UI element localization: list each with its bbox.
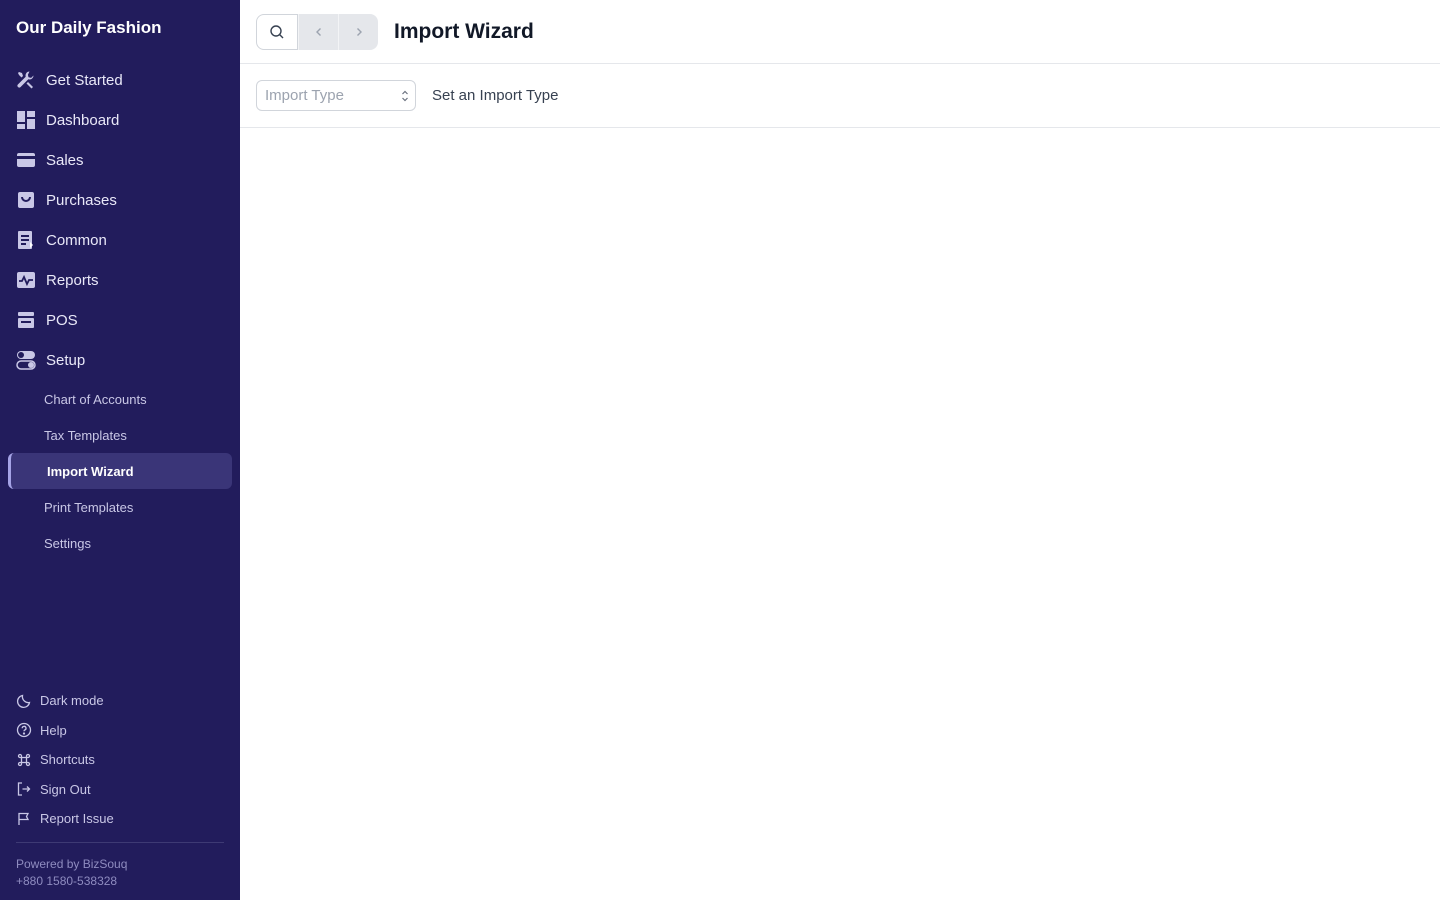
dark-mode-label: Dark mode (40, 693, 104, 709)
sidebar-item-label: Purchases (46, 191, 117, 209)
search-button[interactable] (256, 13, 298, 50)
help-icon (16, 722, 32, 738)
page-title: Import Wizard (394, 19, 534, 43)
tools-icon (16, 70, 36, 90)
import-type-placeholder: Import Type (265, 87, 344, 104)
help-label: Help (40, 722, 67, 738)
sidebar-item-setup[interactable]: Setup (0, 340, 240, 380)
main-content: Import Wizard Import Type Set an Import … (240, 0, 1440, 900)
import-toolbar: Import Type Set an Import Type (240, 64, 1440, 128)
chevron-right-icon (356, 27, 362, 36)
sidebar-item-sales[interactable]: Sales (0, 140, 240, 180)
company-name[interactable]: Our Daily Fashion (16, 18, 161, 38)
sidebar-footer-links: Dark mode Help Shortcuts Sign Out Report… (0, 686, 240, 834)
report-issue-label: Report Issue (40, 811, 114, 827)
sign-out-icon (16, 781, 32, 797)
sidebar-item-import-wizard[interactable]: Import Wizard (8, 453, 232, 489)
sidebar-item-reports[interactable]: Reports (0, 260, 240, 300)
sidebar-item-common[interactable]: Common (0, 220, 240, 260)
sales-icon (16, 150, 36, 170)
sidebar: Our Daily Fashion Get Started Dashboard … (0, 0, 240, 900)
flag-icon (16, 811, 32, 827)
sidebar-item-dashboard[interactable]: Dashboard (0, 100, 240, 140)
search-icon (270, 24, 284, 38)
powered-by-text: Powered by BizSouq (16, 857, 128, 871)
sidebar-item-tax-templates[interactable]: Tax Templates (0, 417, 240, 453)
dashboard-icon (16, 110, 36, 130)
sidebar-item-purchases[interactable]: Purchases (0, 180, 240, 220)
sidebar-item-label: Get Started (46, 71, 123, 89)
shortcuts-link[interactable]: Shortcuts (0, 745, 240, 775)
sidebar-item-chart-of-accounts[interactable]: Chart of Accounts (0, 381, 240, 417)
sidebar-item-label: Common (46, 231, 107, 249)
sign-out-link[interactable]: Sign Out (0, 775, 240, 805)
support-phone: +880 1580-538328 (16, 874, 118, 888)
sidebar-item-label: Dashboard (46, 111, 120, 129)
chevron-left-icon (315, 27, 321, 36)
import-type-hint: Set an Import Type (432, 87, 559, 104)
report-issue-link[interactable]: Report Issue (0, 804, 240, 834)
sidebar-item-settings[interactable]: Settings (0, 525, 240, 561)
sidebar-item-print-templates[interactable]: Print Templates (0, 489, 240, 525)
setup-submenu: Chart of Accounts Tax Templates Import W… (0, 381, 240, 561)
sidebar-item-label: Sales (46, 151, 84, 169)
forward-button[interactable] (338, 13, 378, 50)
sidebar-item-label: POS (46, 311, 78, 329)
sidebar-item-label: Reports (46, 271, 99, 289)
reports-icon (16, 270, 36, 290)
main-nav: Get Started Dashboard Sales Purchases Co… (0, 60, 240, 380)
command-icon (16, 752, 32, 768)
sidebar-item-get-started[interactable]: Get Started (0, 60, 240, 100)
pos-icon (16, 310, 36, 330)
select-caret-icon (402, 90, 408, 102)
moon-icon (16, 693, 32, 709)
shortcuts-label: Shortcuts (40, 752, 95, 768)
sidebar-item-label: Setup (46, 351, 86, 369)
common-icon (16, 230, 36, 250)
sidebar-divider (16, 842, 224, 843)
import-type-select[interactable]: Import Type (256, 80, 416, 111)
powered-by: Powered by BizSouq +880 1580-538328 (16, 856, 127, 890)
dark-mode-toggle[interactable]: Dark mode (0, 686, 240, 716)
top-bar: Import Wizard (240, 0, 1440, 64)
help-link[interactable]: Help (0, 716, 240, 746)
sidebar-item-pos[interactable]: POS (0, 300, 240, 340)
back-button[interactable] (298, 13, 338, 50)
setup-icon (16, 350, 36, 370)
purchases-icon (16, 190, 36, 210)
sign-out-label: Sign Out (40, 781, 91, 797)
